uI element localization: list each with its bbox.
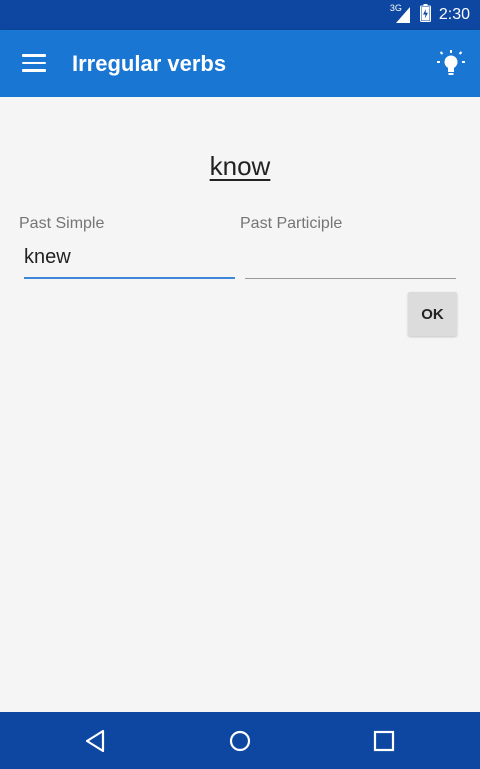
lightbulb-icon[interactable] bbox=[436, 49, 466, 79]
navigation-bar bbox=[0, 712, 480, 769]
verb-prompt: know bbox=[209, 151, 271, 181]
hamburger-menu-icon[interactable] bbox=[22, 54, 46, 72]
ok-button[interactable]: OK bbox=[408, 292, 457, 336]
past-simple-label: Past Simple bbox=[19, 215, 105, 232]
battery-icon bbox=[419, 3, 431, 27]
quiz-content: know Past Simple Past Participle OK bbox=[0, 97, 480, 712]
status-bar: 3G 2:30 bbox=[0, 0, 480, 30]
recent-apps-icon[interactable] bbox=[371, 728, 397, 754]
app-bar: Irregular verbs bbox=[0, 30, 480, 97]
app-title: Irregular verbs bbox=[72, 51, 227, 76]
signal-icon: 3G bbox=[390, 3, 410, 23]
past-simple-input[interactable] bbox=[24, 237, 235, 279]
past-participle-input[interactable] bbox=[245, 237, 456, 279]
home-icon[interactable] bbox=[227, 728, 253, 754]
back-icon[interactable] bbox=[83, 728, 109, 754]
past-participle-label: Past Participle bbox=[240, 215, 343, 232]
status-clock: 2:30 bbox=[438, 6, 470, 23]
network-type: 3G bbox=[389, 3, 402, 13]
